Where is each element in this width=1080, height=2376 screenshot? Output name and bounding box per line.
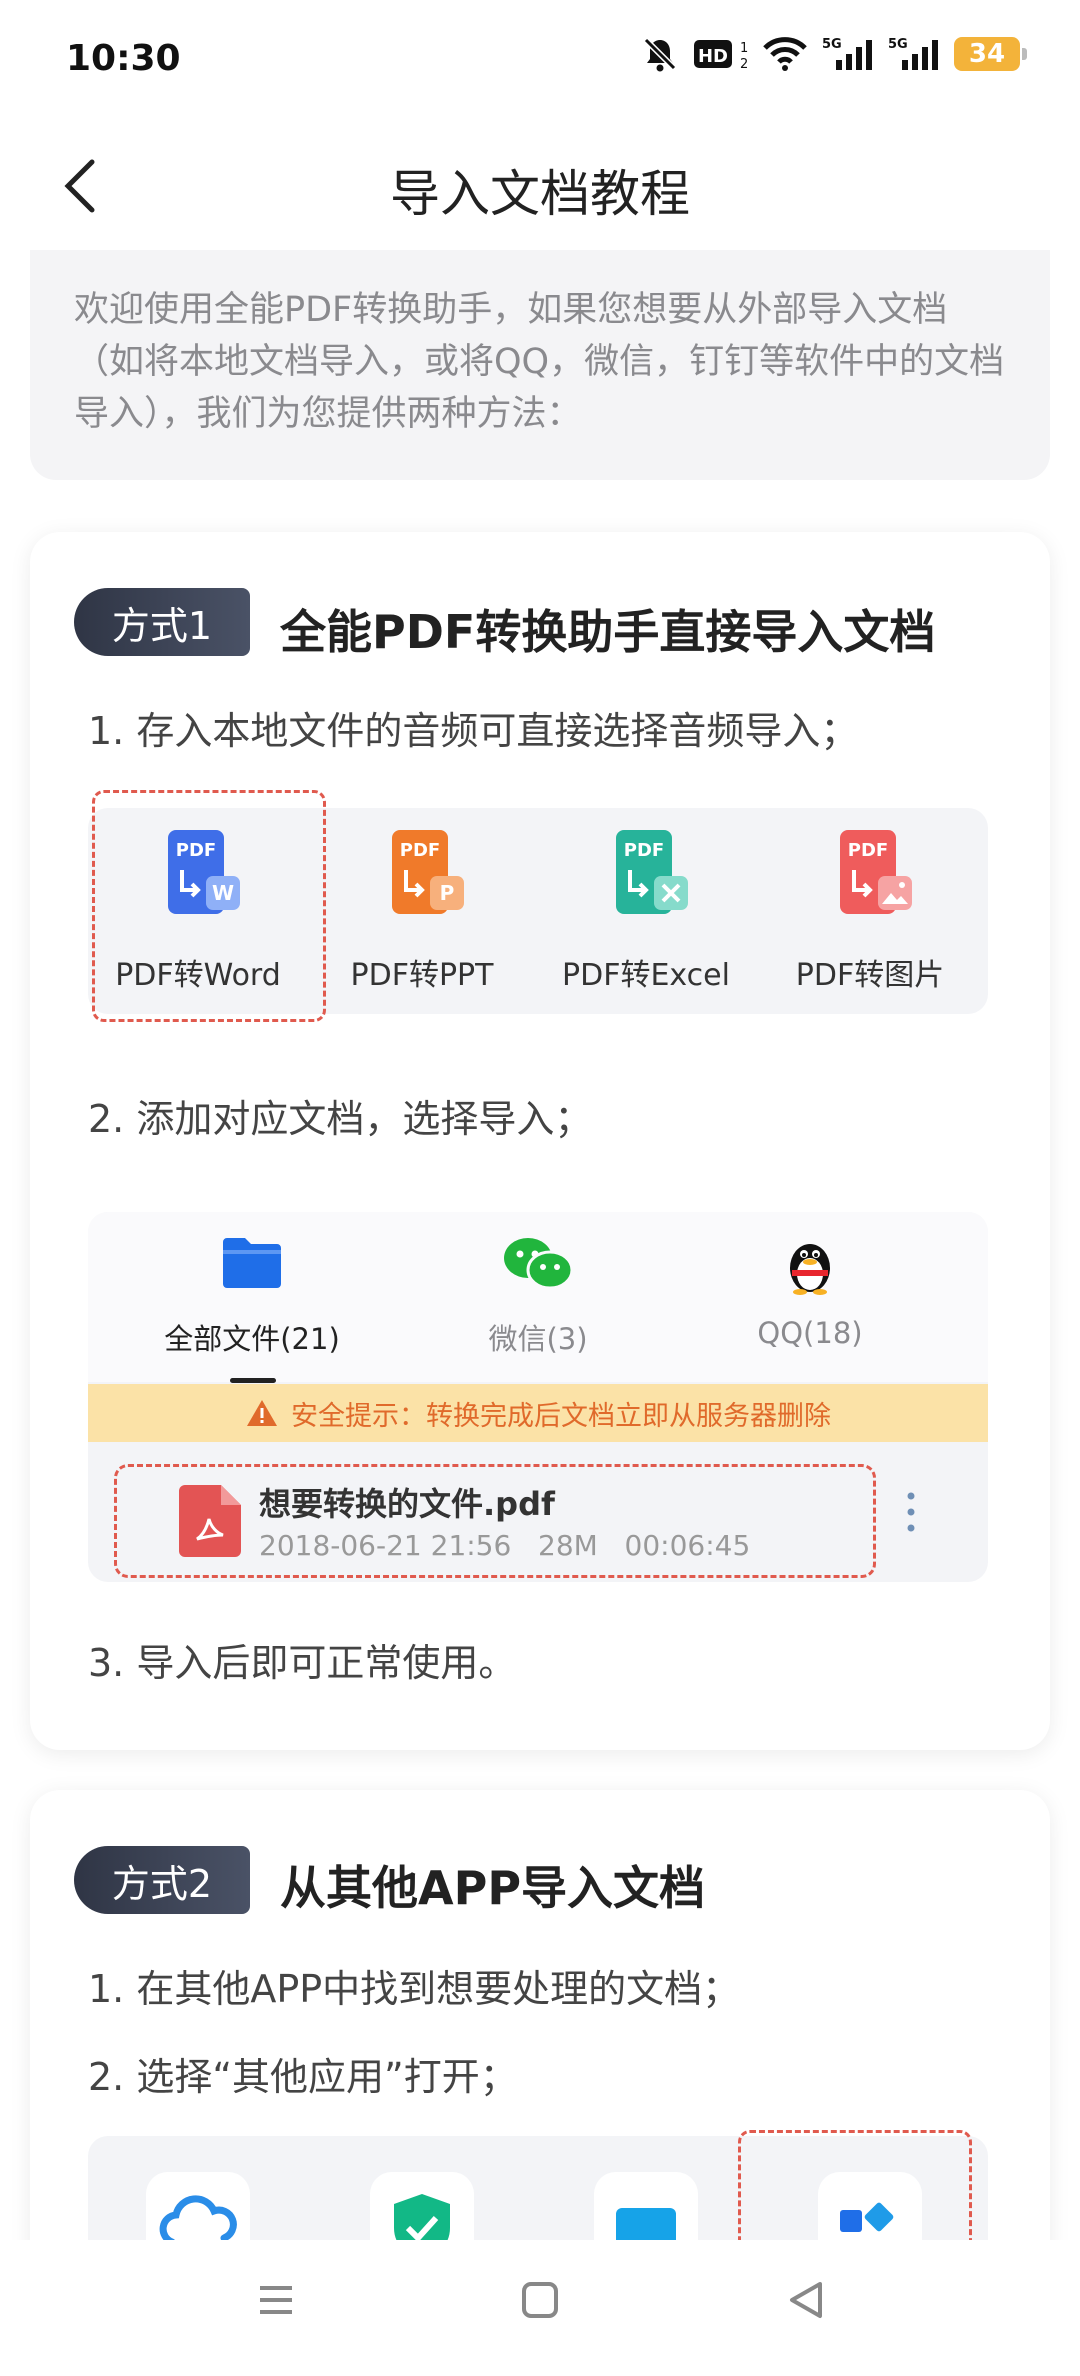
back-triangle-icon[interactable] <box>786 2280 826 2324</box>
highlight-frame <box>92 790 326 1022</box>
svg-text:5G: 5G <box>888 37 908 52</box>
pdf-to-excel-icon: PDF <box>616 830 688 918</box>
method2-badge: 方式2 <box>74 1846 250 1914</box>
method1-badge: 方式1 <box>74 588 250 656</box>
5g-signal-icon: 5G <box>888 34 940 74</box>
active-tab-indicator <box>230 1378 276 1383</box>
tool-label: PDF转Excel <box>562 958 730 993</box>
system-nav-bar <box>0 2240 1080 2376</box>
method2-step1: 1. 在其他APP中找到想要处理的文档； <box>88 1967 741 2011</box>
qq-penguin-icon <box>782 1234 838 1300</box>
tab-wechat[interactable]: 微信(3) <box>388 1212 688 1382</box>
method2-card: 方式2 从其他APP导入文档 1. 在其他APP中找到想要处理的文档； 2. 选… <box>30 1790 1050 2240</box>
file-source-tabs: 全部文件(21) 微信(3) QQ(18) <box>88 1212 988 1383</box>
file-list-item[interactable]: 想要转换的文件.pdf 2018-06-21 21:56 28M 00:06:4… <box>114 1464 876 1578</box>
tab-all-files[interactable]: 全部文件(21) <box>102 1212 402 1382</box>
tool-label: PDF转PPT <box>350 958 494 993</box>
shield-check-icon[interactable] <box>370 2172 474 2240</box>
svg-text:PDF: PDF <box>400 840 440 861</box>
tool-pdf-to-excel[interactable]: PDF PDF转Excel <box>536 808 756 1014</box>
method1-step2: 2. 添加对应文档，选择导入； <box>88 1097 593 1141</box>
svg-text:P: P <box>440 881 455 905</box>
file-date: 2018-06-21 21:56 <box>259 1529 512 1562</box>
content-scroll[interactable]: 欢迎使用全能PDF转换助手，如果您想要从外部导入文档（如将本地文档导入，或将QQ… <box>0 250 1080 2240</box>
pdf-to-ppt-icon: PDF P <box>392 830 464 918</box>
wechat-icon <box>502 1234 574 1296</box>
svg-text:2: 2 <box>740 57 748 72</box>
intro-text: 欢迎使用全能PDF转换助手，如果您想要从外部导入文档（如将本地文档导入，或将QQ… <box>30 250 1050 480</box>
tool-pdf-to-image[interactable]: PDF PDF转图片 <box>760 808 980 1014</box>
cloud-icon[interactable] <box>146 2172 250 2240</box>
file-meta: 2018-06-21 21:56 28M 00:06:45 <box>259 1529 750 1562</box>
method1-card: 方式1 全能PDF转换助手直接导入文档 1. 存入本地文件的音频可直接选择音频导… <box>30 532 1050 1750</box>
status-icons: HD 1 2 5G 5G 34 <box>640 34 1027 74</box>
folder-icon <box>221 1234 283 1294</box>
battery-icon: 34 <box>954 37 1027 71</box>
status-time: 10:30 <box>66 38 181 79</box>
more-vertical-icon[interactable] <box>896 1482 926 1552</box>
nav-bar: 导入文档教程 <box>0 120 1080 250</box>
svg-text:HD: HD <box>698 46 728 67</box>
file-size: 28M <box>538 1529 598 1562</box>
bell-off-icon <box>640 34 680 74</box>
status-bar: 10:30 HD 1 2 5G 5G 34 <box>0 0 1080 120</box>
method1-step1: 1. 存入本地文件的音频可直接选择音频导入； <box>88 709 859 753</box>
home-icon[interactable] <box>520 2280 560 2324</box>
warning-text: 安全提示：转换完成后文档立即从服务器删除 <box>291 1400 831 1432</box>
tab-label: 微信(3) <box>488 1322 588 1356</box>
tab-qq[interactable]: QQ(18) <box>660 1212 960 1382</box>
method1-title: 全能PDF转换助手直接导入文档 <box>280 605 936 659</box>
file-duration: 00:06:45 <box>624 1529 751 1562</box>
warning-icon <box>247 1400 277 1426</box>
highlight-frame <box>738 2130 972 2240</box>
message-icon[interactable] <box>594 2172 698 2240</box>
tab-label: QQ(18) <box>757 1316 863 1350</box>
security-warning: 安全提示：转换完成后文档立即从服务器删除 <box>88 1384 988 1442</box>
wifi-icon <box>762 34 808 74</box>
file-name: 想要转换的文件.pdf <box>259 1485 555 1523</box>
svg-text:PDF: PDF <box>624 840 664 861</box>
method1-step3: 3. 导入后即可正常使用。 <box>88 1641 517 1685</box>
file-picker-preview: 全部文件(21) 微信(3) QQ(18) 安全提示：转换完成后文档立即从服务器… <box>88 1212 988 1582</box>
hd-icon: HD 1 2 <box>694 34 748 74</box>
pdf-to-image-icon: PDF <box>840 830 912 918</box>
pdf-file-icon <box>179 1485 241 1557</box>
method2-title: 从其他APP导入文档 <box>280 1861 706 1915</box>
svg-text:1: 1 <box>740 41 748 56</box>
svg-text:5G: 5G <box>822 37 842 52</box>
tool-label: PDF转图片 <box>795 958 945 993</box>
tool-pdf-to-ppt[interactable]: PDF P PDF转PPT <box>312 808 532 1014</box>
method2-step2: 2. 选择“其他应用”打开； <box>88 2055 518 2099</box>
svg-text:PDF: PDF <box>848 840 888 861</box>
page-title: 导入文档教程 <box>390 165 690 223</box>
5g-signal-icon: 5G <box>822 34 874 74</box>
tab-label: 全部文件(21) <box>164 1322 340 1356</box>
menu-icon[interactable] <box>256 2280 296 2324</box>
